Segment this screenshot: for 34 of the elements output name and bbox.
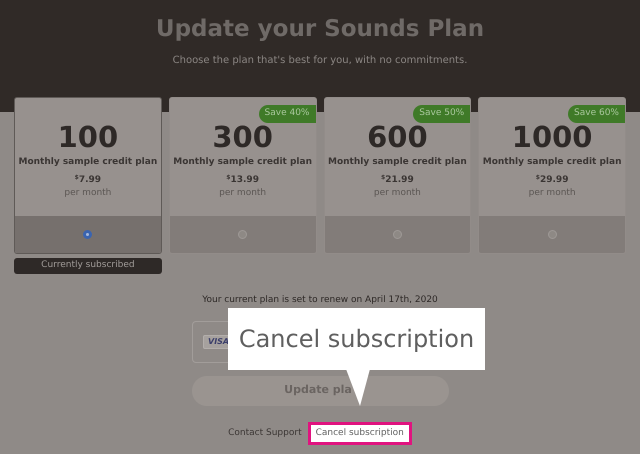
page-title: Update your Sounds Plan bbox=[156, 15, 484, 44]
plan-price: $^{$}$21.99 bbox=[381, 174, 414, 186]
footer-link[interactable]: Contact Support bbox=[228, 426, 302, 440]
plan-period: per month bbox=[374, 187, 421, 200]
plan-description: Monthly sample credit plan bbox=[482, 156, 622, 169]
discount-badge: Save 40% bbox=[258, 105, 316, 122]
plan-credits: 100 bbox=[58, 120, 118, 154]
discount-badge: Save 50% bbox=[413, 105, 470, 122]
plan-price: $^{$}$29.99 bbox=[536, 174, 568, 186]
plan-period: per month bbox=[528, 187, 576, 200]
plan-credits: 300 bbox=[212, 120, 273, 154]
plan-description: Monthly sample credit plan bbox=[18, 156, 158, 169]
plan-period: per month bbox=[64, 187, 112, 200]
plan-description: Monthly sample credit plan bbox=[328, 156, 467, 169]
plan-description: Monthly sample credit plan bbox=[173, 156, 312, 169]
plan-price: $^{$}$7.99 bbox=[74, 174, 102, 186]
plan-card[interactable]: 100 Monthly sample credit plan $^{$}$7.99 per month bbox=[14, 97, 162, 254]
plan-credits: 1000 bbox=[512, 120, 592, 154]
plan-period: per month bbox=[219, 187, 266, 200]
plan-credits: 600 bbox=[367, 120, 428, 154]
current-plan-label: Currently subscribed bbox=[14, 258, 162, 274]
radio-button[interactable] bbox=[548, 230, 557, 239]
renewal-notice: Your current plan is set to renew on April 17th, 2020 bbox=[202, 294, 438, 307]
plan-price: $^{$}$13.99 bbox=[226, 174, 259, 186]
plan-card[interactable]: Save 60% 1000 Monthly sample credit plan $^{$}$29.99 per month bbox=[478, 97, 626, 254]
radio-button[interactable] bbox=[392, 230, 402, 239]
footer-link[interactable]: Cancel subscription bbox=[308, 422, 412, 445]
plan-card[interactable]: Save 40% 300 Monthly sample credit plan $^{$}$13.99 per month bbox=[168, 97, 316, 254]
radio-button[interactable] bbox=[83, 230, 92, 239]
page-subtitle: Choose the plan that's best for you, with no commitments. bbox=[172, 54, 468, 68]
plan-card[interactable]: Save 50% 600 Monthly sample credit plan $^{$}$21.99 per month bbox=[324, 97, 472, 254]
callout-text: Cancel subscription bbox=[238, 324, 474, 355]
radio-button[interactable] bbox=[238, 230, 248, 239]
discount-badge: Save 60% bbox=[568, 105, 625, 122]
